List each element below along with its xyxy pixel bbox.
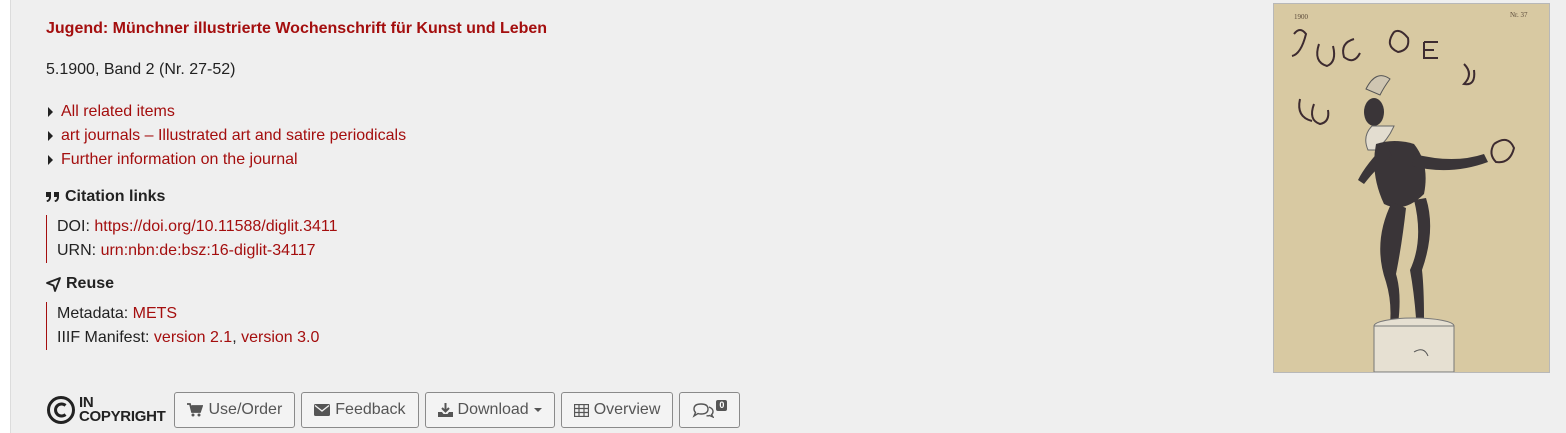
related-item-further-info[interactable]: Further information on the journal bbox=[46, 148, 406, 172]
all-related-items-link[interactable]: All related items bbox=[61, 100, 175, 124]
mets-link[interactable]: METS bbox=[133, 305, 177, 322]
caret-right-icon bbox=[48, 107, 53, 117]
citation-links: DOI: https://doi.org/10.11588/diglit.341… bbox=[46, 215, 337, 263]
copyright-icon bbox=[47, 396, 75, 424]
cover-thumbnail[interactable]: 1900 Nr. 37 bbox=[1273, 3, 1550, 373]
use-order-button[interactable]: Use/Order bbox=[174, 392, 296, 428]
overview-button[interactable]: Overview bbox=[560, 392, 674, 428]
volume-info: 5.1900, Band 2 (Nr. 27-52) bbox=[46, 61, 236, 78]
citation-heading: Citation links bbox=[46, 188, 165, 206]
citation-heading-label: Citation links bbox=[65, 188, 166, 205]
reuse-links: Metadata: METS IIIF Manifest: version 2.… bbox=[46, 302, 319, 350]
metadata-row: Metadata: METS bbox=[57, 302, 319, 326]
iiif-v30-link[interactable]: version 3.0 bbox=[241, 329, 319, 346]
download-dropdown-button[interactable]: Download bbox=[424, 392, 555, 428]
comments-icon bbox=[692, 402, 715, 418]
caret-right-icon bbox=[48, 131, 53, 141]
rights-statement-logo[interactable]: IN COPYRIGHT bbox=[46, 395, 166, 425]
cover-number: Nr. 37 bbox=[1510, 11, 1528, 19]
action-toolbar: IN COPYRIGHT Use/Order Feedback Download… bbox=[46, 391, 746, 429]
quote-icon bbox=[46, 191, 60, 203]
doi-link[interactable]: https://doi.org/10.11588/diglit.3411 bbox=[94, 218, 337, 235]
related-item-art-journals[interactable]: art journals – Illustrated art and satir… bbox=[46, 124, 406, 148]
cover-year: 1900 bbox=[1294, 13, 1309, 21]
iiif-label: IIIF Manifest: bbox=[57, 329, 150, 346]
download-label: Download bbox=[457, 401, 529, 418]
rights-line-2: COPYRIGHT bbox=[79, 408, 166, 425]
related-links: All related items art journals – Illustr… bbox=[46, 100, 406, 172]
overview-label: Overview bbox=[593, 401, 661, 418]
shopping-cart-icon bbox=[187, 403, 204, 417]
use-order-label: Use/Order bbox=[208, 401, 283, 418]
comments-button[interactable]: 0 bbox=[679, 392, 741, 428]
urn-row: URN: urn:nbn:de:bsz:16-diglit-34117 bbox=[57, 239, 337, 263]
journal-title[interactable]: Jugend: Münchner illustrierte Wochenschr… bbox=[46, 20, 547, 38]
chevron-down-icon bbox=[533, 408, 542, 412]
further-info-link[interactable]: Further information on the journal bbox=[61, 148, 298, 172]
reuse-heading: Reuse bbox=[46, 275, 114, 293]
doi-label: DOI: bbox=[57, 218, 90, 235]
doi-row: DOI: https://doi.org/10.11588/diglit.341… bbox=[57, 215, 337, 239]
caret-right-icon bbox=[48, 155, 53, 165]
share-icon bbox=[46, 276, 61, 292]
urn-label: URN: bbox=[57, 242, 97, 259]
feedback-label: Feedback bbox=[335, 401, 406, 418]
reuse-heading-label: Reuse bbox=[66, 275, 115, 292]
metadata-label: Metadata: bbox=[57, 305, 129, 322]
download-icon bbox=[437, 403, 453, 417]
iiif-v21-link[interactable]: version 2.1 bbox=[154, 329, 232, 346]
urn-link[interactable]: urn:nbn:de:bsz:16-diglit-34117 bbox=[101, 242, 316, 259]
rights-statement-text: IN COPYRIGHT bbox=[79, 395, 166, 425]
feedback-button[interactable]: Feedback bbox=[301, 392, 419, 428]
iiif-separator: , bbox=[232, 329, 237, 346]
iiif-row: IIIF Manifest: version 2.1, version 3.0 bbox=[57, 326, 319, 350]
comments-count-badge: 0 bbox=[716, 399, 728, 411]
related-item-all[interactable]: All related items bbox=[46, 100, 406, 124]
envelope-icon bbox=[314, 404, 331, 416]
cover-illustration: 1900 Nr. 37 bbox=[1274, 4, 1549, 373]
art-journals-link[interactable]: art journals – Illustrated art and satir… bbox=[61, 124, 406, 148]
grid-table-icon bbox=[573, 403, 589, 417]
